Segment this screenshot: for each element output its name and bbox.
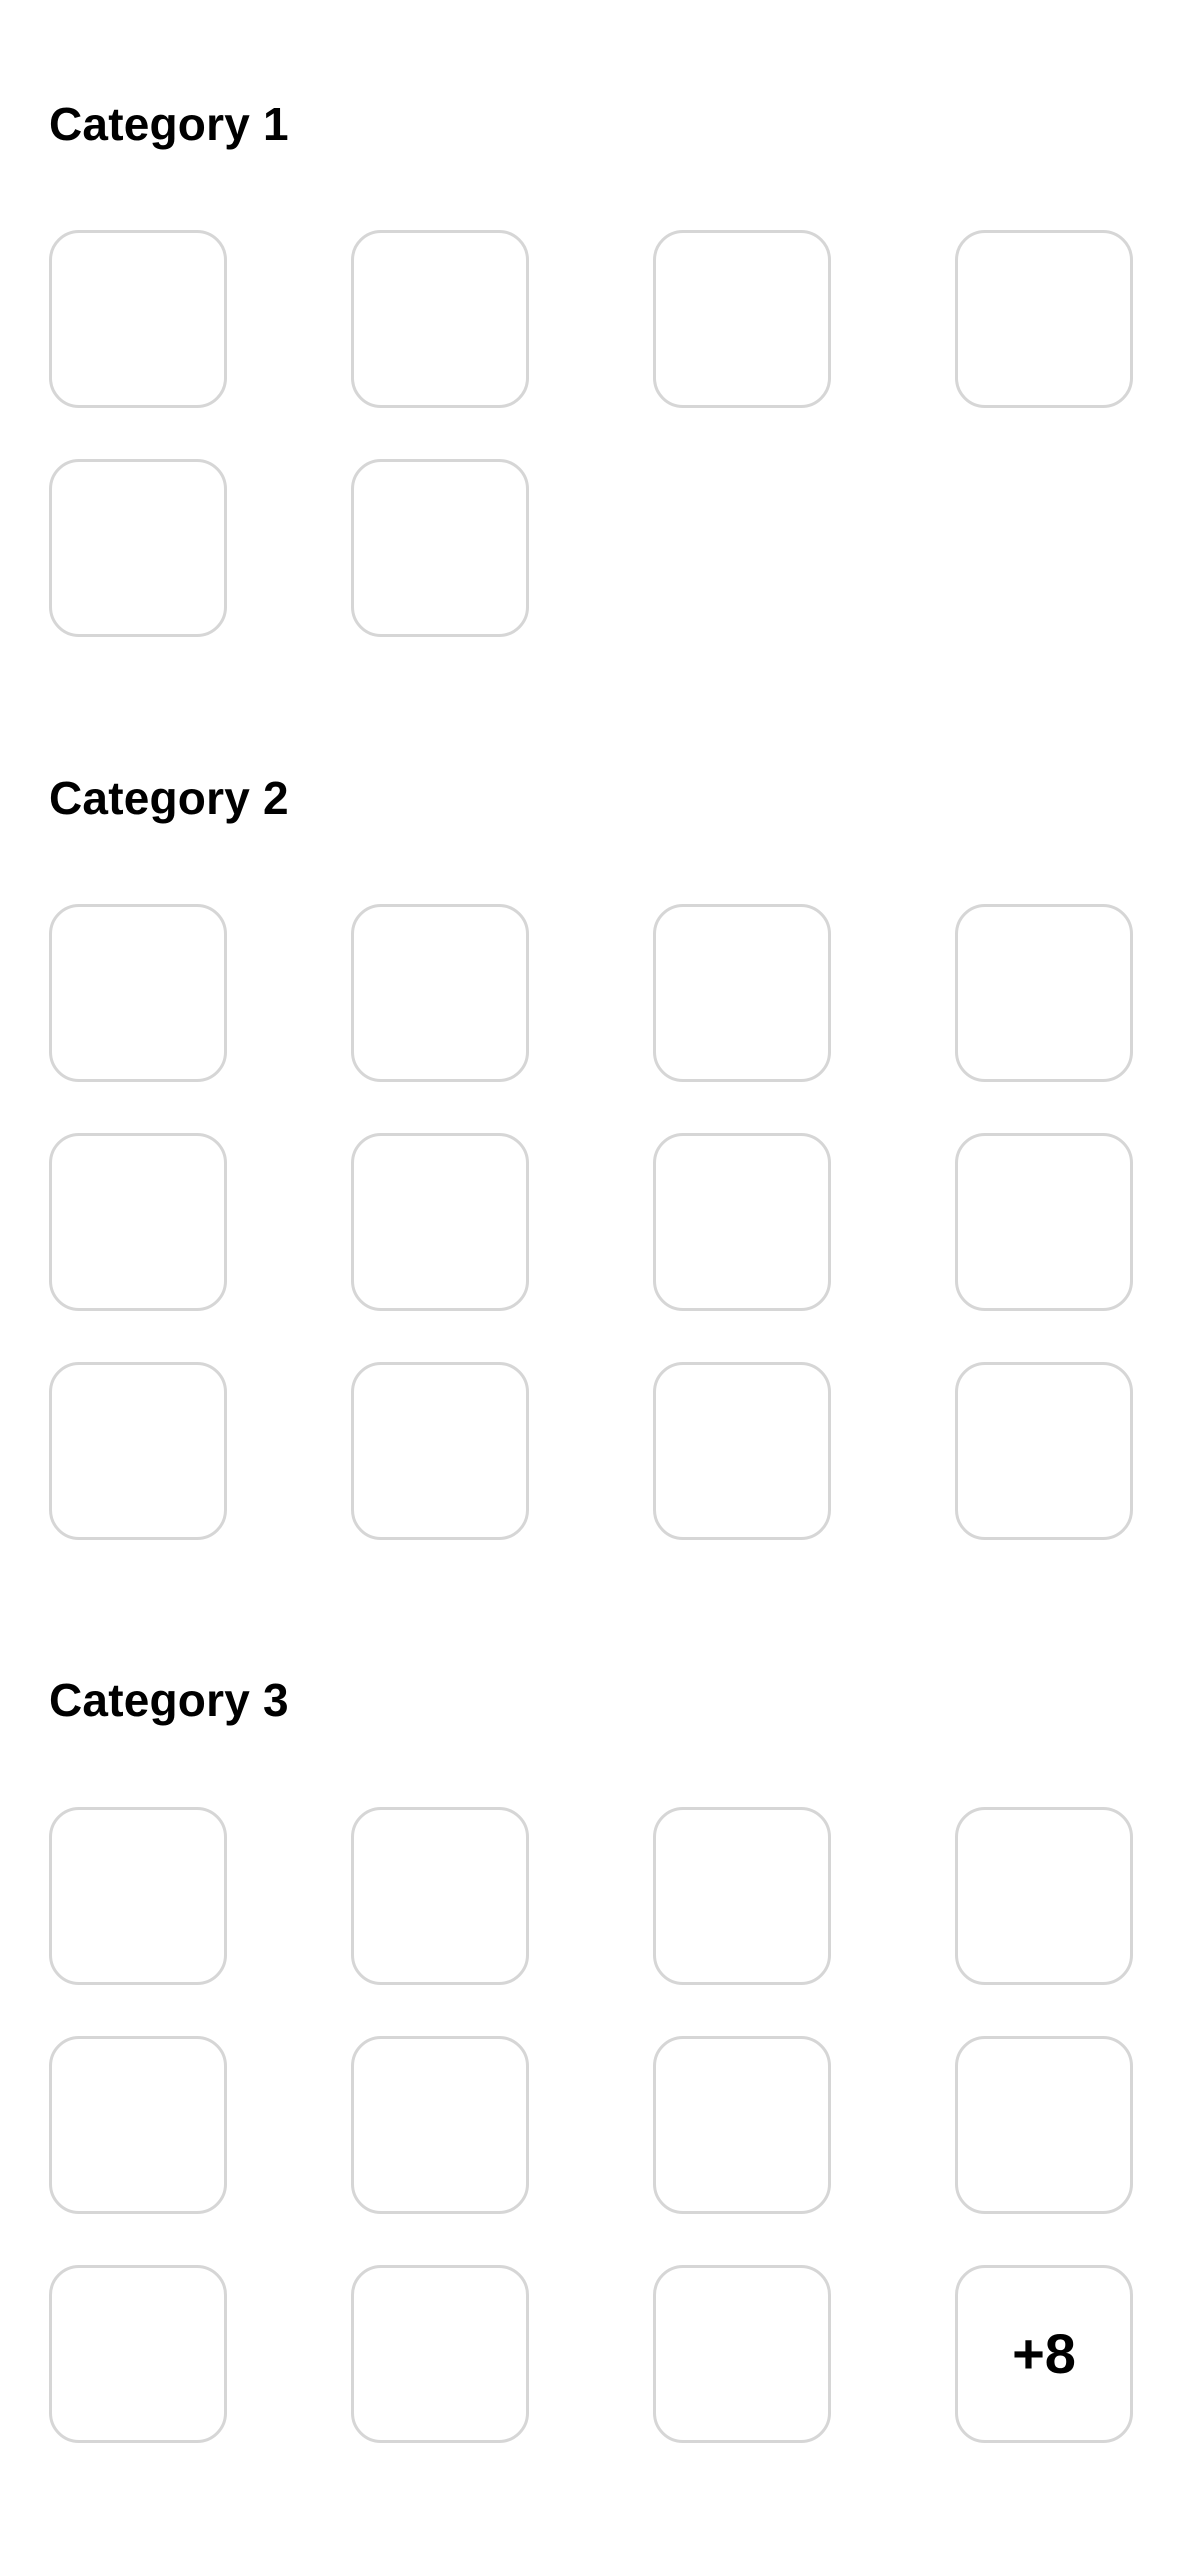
category-2-tile[interactable] (955, 1133, 1133, 1311)
category-3-tile[interactable] (49, 2036, 227, 2214)
section-title-category-2: Category 2 (49, 772, 289, 824)
category-2-tile[interactable] (49, 1362, 227, 1540)
category-1-tile[interactable] (351, 230, 529, 408)
category-2-tile[interactable] (955, 1362, 1133, 1540)
category-1-tile[interactable] (49, 230, 227, 408)
category-3-tile[interactable] (955, 2036, 1133, 2214)
category-1-tile[interactable] (49, 459, 227, 637)
category-1-tile[interactable] (351, 459, 529, 637)
category-1-tile[interactable] (653, 230, 831, 408)
more-items-tile[interactable]: +8 (955, 2265, 1133, 2443)
category-3-tile[interactable] (351, 2036, 529, 2214)
category-3-tile[interactable] (49, 1807, 227, 1985)
category-page: Category 1 Category 2 Category 3 +8 (0, 0, 1179, 2556)
category-3-tile[interactable] (351, 1807, 529, 1985)
category-2-tile[interactable] (49, 1133, 227, 1311)
category-3-tile[interactable] (351, 2265, 529, 2443)
tile-grid-category-1 (49, 230, 1135, 637)
more-items-count: +8 (1012, 2322, 1076, 2385)
category-3-tile[interactable] (49, 2265, 227, 2443)
category-3-tile[interactable] (653, 2036, 831, 2214)
tile-grid-category-3: +8 (49, 1807, 1135, 2443)
category-2-tile[interactable] (653, 1133, 831, 1311)
tile-grid-category-2 (49, 904, 1135, 1540)
category-2-tile[interactable] (351, 1362, 529, 1540)
category-3-tile[interactable] (653, 2265, 831, 2443)
category-2-tile[interactable] (955, 904, 1133, 1082)
category-3-tile[interactable] (955, 1807, 1133, 1985)
section-title-category-1: Category 1 (49, 98, 289, 150)
category-2-tile[interactable] (653, 1362, 831, 1540)
category-2-tile[interactable] (49, 904, 227, 1082)
category-1-tile[interactable] (955, 230, 1133, 408)
category-2-tile[interactable] (653, 904, 831, 1082)
category-2-tile[interactable] (351, 904, 529, 1082)
category-3-tile[interactable] (653, 1807, 831, 1985)
section-title-category-3: Category 3 (49, 1674, 289, 1726)
category-2-tile[interactable] (351, 1133, 529, 1311)
